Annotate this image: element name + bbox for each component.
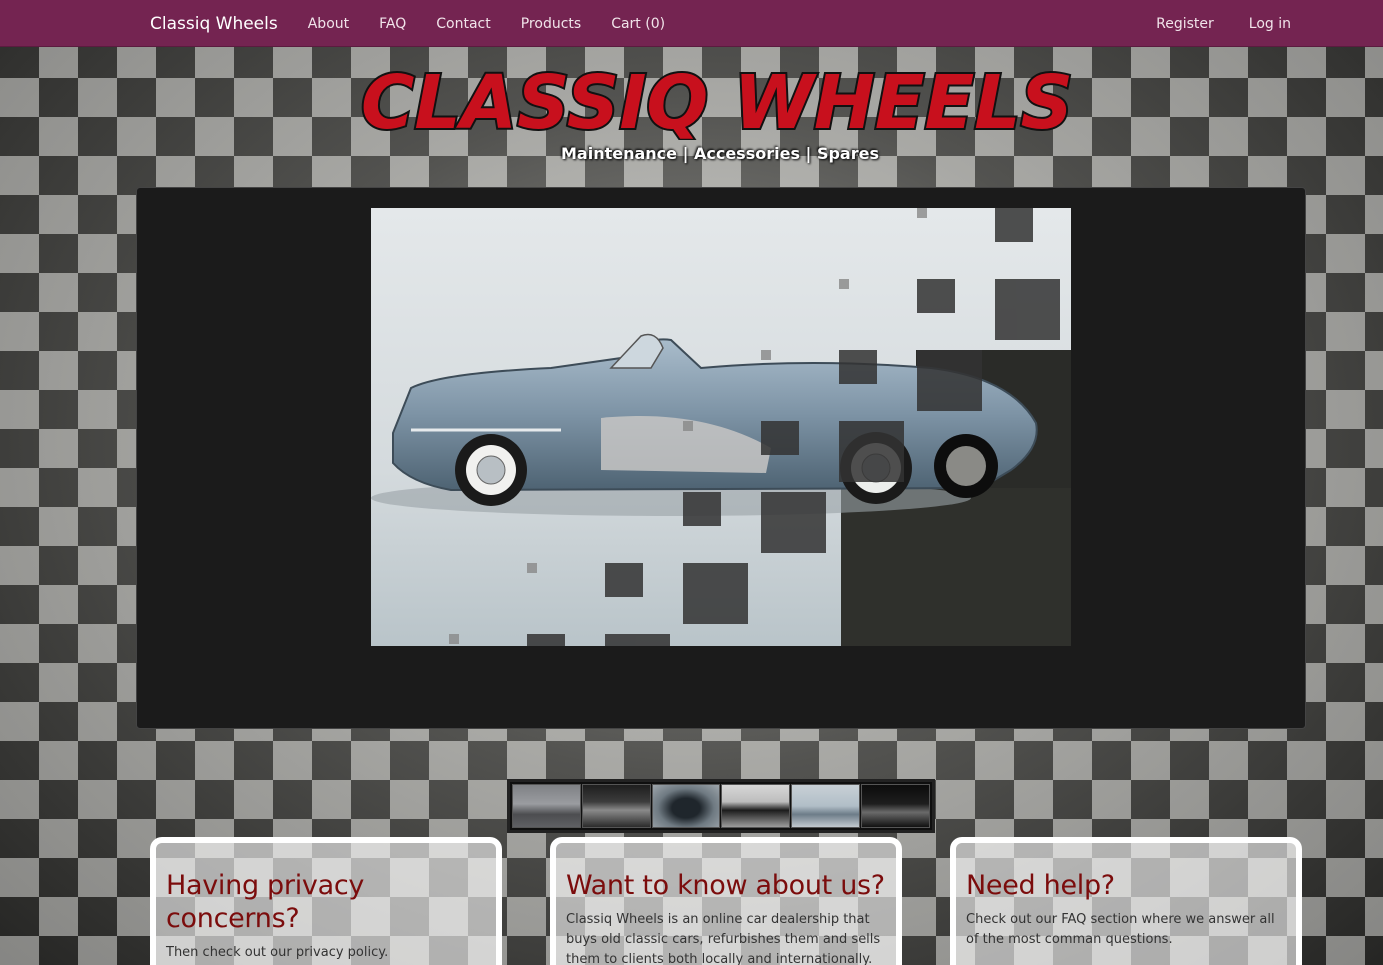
tagline: Maintenance | Accessories | Spares [560, 144, 879, 163]
nav-faq[interactable]: FAQ [379, 16, 406, 32]
site-logo[interactable]: CLASSIQ WHEELS [356, 62, 1078, 140]
about-text: Classiq Wheels is an online car dealersh… [566, 912, 881, 965]
nav-login[interactable]: Log in [1249, 16, 1291, 32]
about-title: Want to know about us? [566, 870, 885, 901]
image-carousel [136, 187, 1306, 729]
privacy-info-box: Having privacy concerns? Then check out … [150, 837, 502, 965]
thumbnail-3[interactable] [651, 784, 721, 828]
help-text: Check out our FAQ section where we answe… [966, 912, 1275, 947]
nav-contact[interactable]: Contact [436, 16, 490, 32]
brand-link[interactable]: Classiq Wheels [150, 14, 278, 34]
thumbnail-5[interactable] [791, 784, 861, 828]
thumbnail-6[interactable] [861, 784, 930, 828]
privacy-title: Having privacy concerns? [166, 870, 365, 934]
carousel-slide[interactable] [371, 208, 1071, 646]
nav-products[interactable]: Products [521, 16, 581, 32]
nav-cart[interactable]: Cart (0) [611, 16, 665, 32]
thumbnail-1[interactable] [512, 784, 581, 828]
about-info-box: Want to know about us? Classiq Wheels is… [550, 837, 902, 965]
nav-register[interactable]: Register [1156, 16, 1214, 32]
nav-about[interactable]: About [308, 16, 349, 32]
thumbnail-4[interactable] [721, 784, 791, 828]
help-info-box: Need help? Check out our FAQ section whe… [950, 837, 1302, 965]
help-title: Need help? [966, 870, 1115, 901]
privacy-text: Then check out our privacy policy. [166, 945, 389, 960]
car-slide-image [371, 208, 1071, 646]
carousel-thumbnail-strip [507, 779, 935, 833]
logo-text: CLASSIQ WHEELS [361, 62, 1073, 140]
top-navbar: Classiq Wheels About FAQ Contact Product… [0, 0, 1383, 47]
thumbnail-2[interactable] [581, 784, 651, 828]
